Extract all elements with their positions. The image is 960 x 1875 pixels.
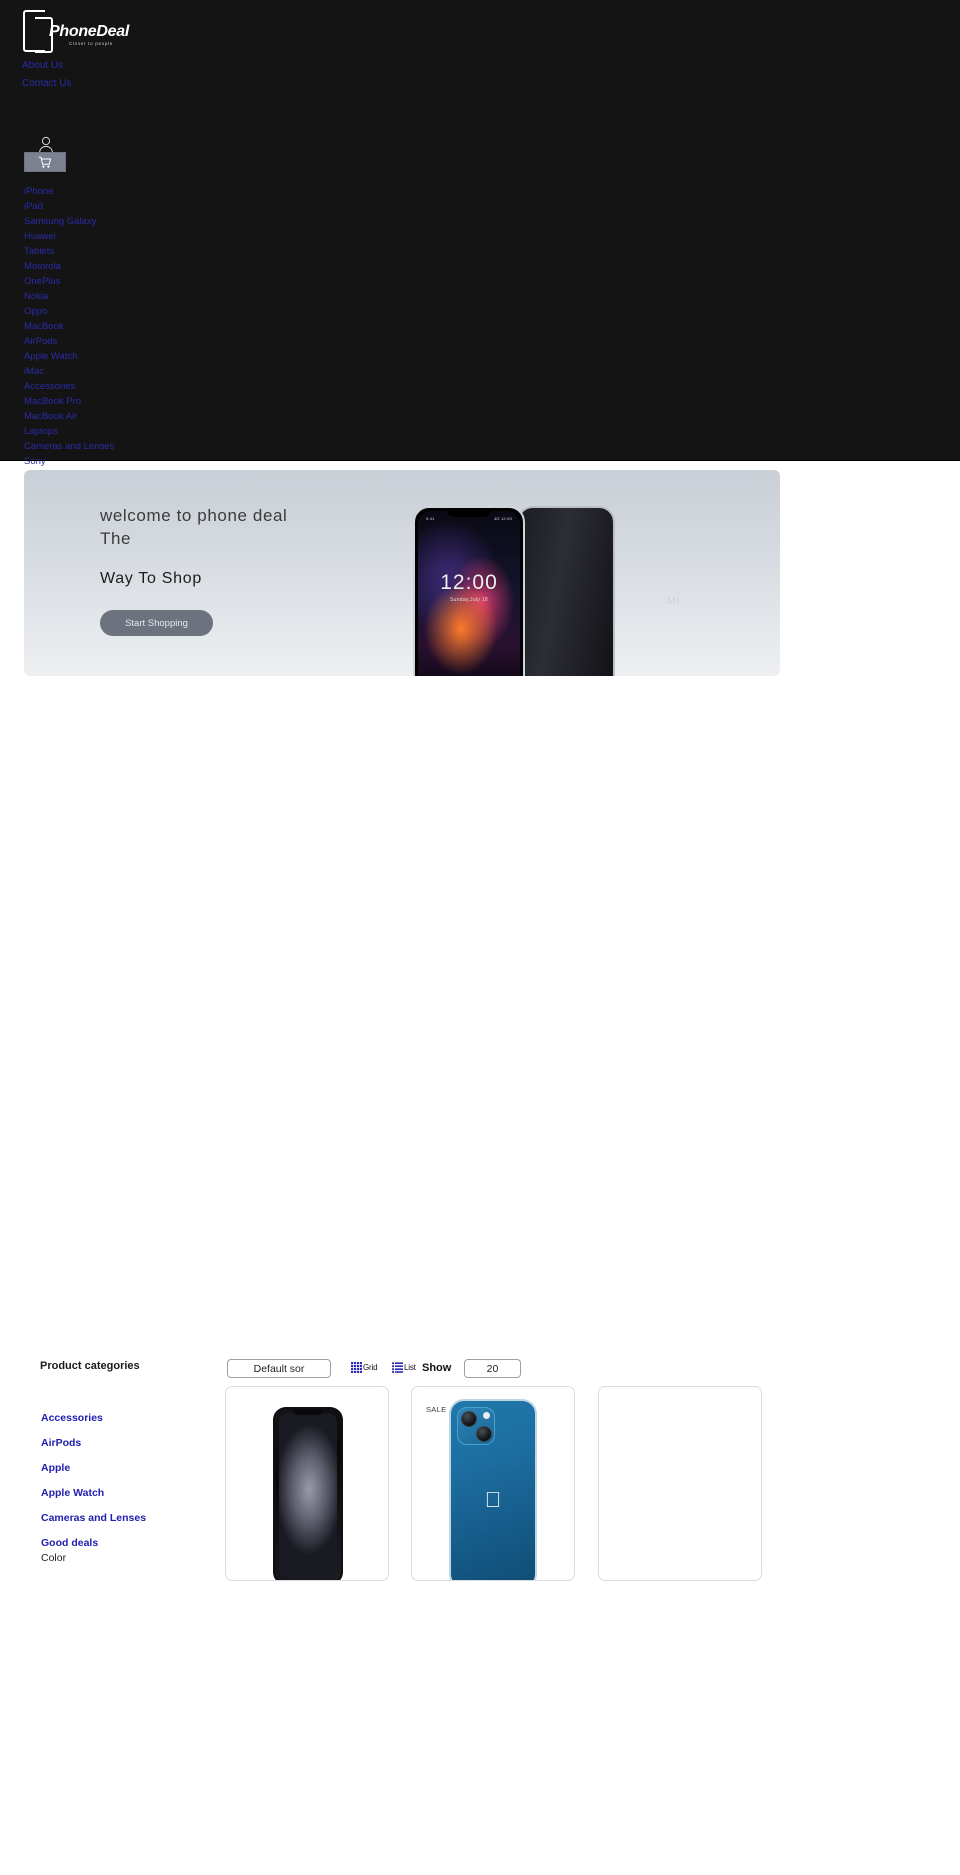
nav-item[interactable]: MacBook Air [0, 409, 300, 424]
nav-item[interactable]: Tablets [0, 244, 300, 259]
category-link-accessories[interactable]: Accessories [41, 1412, 103, 1424]
nav-item[interactable]: Apple Watch [0, 349, 300, 364]
list-item[interactable]: Apple [41, 1454, 211, 1479]
nav-item[interactable]: OnePlus [0, 274, 300, 289]
hero-phone-front: 9:41 4G 12:00 12:00 Sunday,July 18 [413, 506, 525, 676]
hero-phone-artwork: MI 9:41 4G 12:00 12:00 Sunday,July 18 [409, 498, 679, 676]
header-link-contact-us[interactable]: Contact Us [22, 78, 71, 89]
show-count-label: Show [422, 1362, 452, 1374]
category-link-apple[interactable]: Apple [41, 1462, 70, 1474]
list-item[interactable]: AirPods [41, 1429, 211, 1454]
color-filter-heading: Color [41, 1552, 67, 1564]
nav-item[interactable]: Huawei [0, 229, 300, 244]
start-shopping-button[interactable]: Start Shopping [100, 610, 213, 636]
hero-title: welcome to phone deal The [100, 504, 400, 550]
product-card[interactable] [598, 1386, 762, 1581]
hero-phone-back: MI [517, 506, 679, 676]
logo-brand-name: PhoneDeal [49, 23, 129, 40]
product-card[interactable]: SALE  [411, 1386, 575, 1581]
sale-badge: SALE [426, 1405, 447, 1414]
nav-item[interactable]: Nokia [0, 289, 300, 304]
list-item[interactable]: Apple Watch [41, 1479, 211, 1504]
grid-view-toggle[interactable]: Grid [351, 1362, 378, 1373]
phone-lockscreen-date: Sunday,July 18 [449, 597, 489, 603]
nav-item[interactable]: Oppo [0, 304, 300, 319]
category-link-apple-watch[interactable]: Apple Watch [41, 1487, 104, 1499]
nav-item[interactable]: iMac [0, 364, 300, 379]
category-nav-list: iPhone iPad Samsung Galaxy Huawei Tablet… [0, 184, 300, 469]
phone-notch [293, 1409, 323, 1415]
camera-module-icon [457, 1407, 495, 1445]
logo-tagline: Closer to people [69, 41, 113, 46]
phone-screen [279, 1413, 337, 1579]
camera-flash-icon [483, 1412, 490, 1419]
phone-lockscreen-time: 12:00 [440, 571, 498, 594]
nav-item[interactable]: Laptops [0, 424, 300, 439]
nav-item[interactable]: iPhone [0, 184, 300, 199]
category-link-cameras-and-lenses[interactable]: Cameras and Lenses [41, 1512, 146, 1524]
product-card[interactable] [225, 1386, 389, 1581]
site-header: PhoneDeal Closer to people About Us Cont… [0, 0, 960, 467]
phone-screen: 9:41 4G 12:00 12:00 Sunday,July 18 [418, 511, 520, 676]
nav-item[interactable]: MacBook [0, 319, 300, 334]
camera-lens-icon [476, 1426, 492, 1442]
hero-banner: welcome to phone deal The Way To Shop St… [24, 470, 780, 676]
header-divider [0, 460, 960, 461]
category-link-good-deals[interactable]: Good deals [41, 1537, 98, 1549]
hero-phone-brand-mark: MI [667, 596, 681, 607]
apple-logo-icon:  [485, 1489, 502, 1511]
nav-item[interactable]: AirPods [0, 334, 300, 349]
nav-item[interactable]: iPad [0, 199, 300, 214]
cart-button[interactable] [24, 152, 66, 172]
hero-subtitle: Way To Shop [100, 570, 202, 587]
phone-outline-logo-icon [23, 10, 53, 53]
list-item[interactable]: Accessories [41, 1404, 211, 1429]
shopping-cart-icon [38, 156, 52, 168]
nav-item[interactable]: Samsung Galaxy [0, 214, 300, 229]
phone-notch [447, 508, 491, 517]
list-item[interactable]: Good deals [41, 1529, 211, 1554]
site-logo[interactable]: PhoneDeal Closer to people [18, 8, 168, 54]
product-category-list: Accessories AirPods Apple Apple Watch Ca… [41, 1404, 211, 1554]
list-view-label: List [404, 1363, 416, 1372]
nav-item[interactable]: Motorola [0, 259, 300, 274]
list-item[interactable]: Cameras and Lenses [41, 1504, 211, 1529]
product-categories-heading: Product categories [40, 1360, 140, 1372]
product-image-blue-iphone:  [449, 1399, 537, 1580]
show-count-input[interactable] [464, 1359, 521, 1378]
category-link-airpods[interactable]: AirPods [41, 1437, 81, 1449]
list-view-icon [392, 1362, 403, 1373]
hero-title-line2: The [100, 529, 132, 548]
phone-status-right: 4G 12:00 [493, 516, 512, 521]
list-view-toggle[interactable]: List [392, 1362, 416, 1373]
product-image-black-iphone [273, 1407, 343, 1580]
nav-item[interactable]: Accessories [0, 379, 300, 394]
nav-item[interactable]: Cameras and Lenses [0, 439, 300, 454]
camera-lens-icon [461, 1411, 477, 1427]
phone-status-left: 9:41 [426, 516, 435, 521]
grid-view-label: Grid [363, 1363, 378, 1372]
header-link-about-us[interactable]: About Us [22, 60, 63, 71]
hero-title-line1: welcome to phone deal [100, 506, 288, 525]
nav-item[interactable]: MacBook Pro [0, 394, 300, 409]
nav-item[interactable]: Sony [0, 454, 300, 469]
grid-view-icon [351, 1362, 362, 1373]
sort-select[interactable] [227, 1359, 331, 1378]
